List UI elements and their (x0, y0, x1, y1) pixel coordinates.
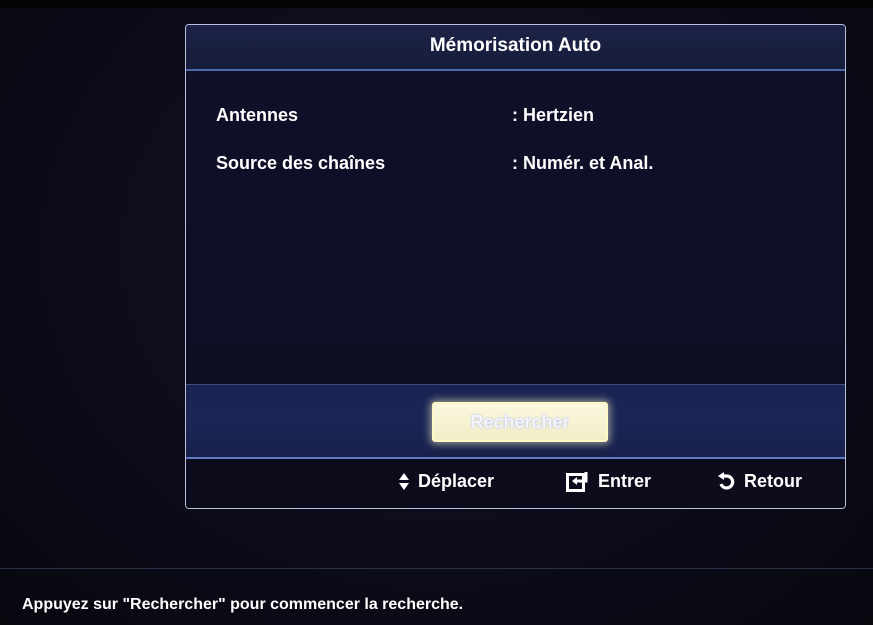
enter-icon (566, 471, 590, 493)
tv-screen: Mémorisation Auto Antennes : Hertzien So… (0, 0, 873, 625)
hint-divider (0, 568, 873, 569)
setting-value-channel-source: : Numér. et Anal. (512, 153, 654, 173)
setting-label-antennes: Antennes (216, 105, 299, 125)
search-button[interactable]: Rechercher (432, 402, 608, 442)
footer-move-label: Déplacer (418, 471, 495, 491)
auto-tuning-dialog: Mémorisation Auto Antennes : Hertzien So… (185, 24, 846, 509)
setting-row-antennes: Antennes : Hertzien (216, 105, 816, 133)
top-bezel (0, 0, 873, 8)
dialog-header: Mémorisation Auto (186, 25, 845, 71)
setting-row-channel-source: Source des chaînes : Numér. et Anal. (216, 153, 816, 181)
footer-return-hint: Retour (716, 471, 802, 492)
dialog-title: Mémorisation Auto (429, 35, 602, 56)
action-band: Rechercher (186, 384, 845, 459)
dialog-footer: Déplacer Entrer Retour (186, 459, 845, 508)
footer-enter-label: Entrer (598, 471, 652, 491)
setting-label-channel-source: Source des chaînes (216, 153, 386, 173)
return-arrow-icon (716, 472, 736, 492)
up-down-arrows-icon (398, 472, 410, 492)
footer-move-hint: Déplacer (398, 471, 494, 492)
setting-value-antennes: : Hertzien (512, 105, 595, 125)
footer-return-label: Retour (744, 471, 802, 491)
footer-enter-hint: Entrer (566, 471, 651, 493)
help-hint-text: Appuyez sur "Rechercher" pour commencer … (22, 596, 464, 613)
